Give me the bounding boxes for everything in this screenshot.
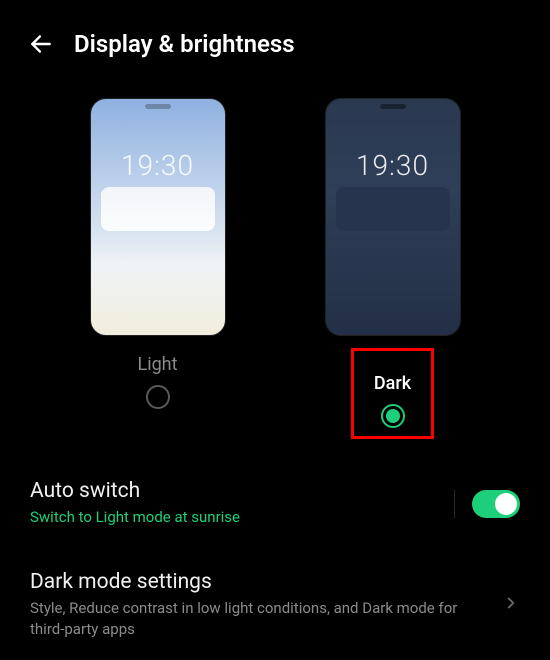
dark-mode-settings-subtitle: Style, Reduce contrast in low light cond… (30, 598, 482, 640)
page-title: Display & brightness (74, 30, 295, 58)
auto-switch-subtitle: Switch to Light mode at sunrise (30, 507, 452, 528)
chevron-right-icon (502, 594, 520, 616)
back-arrow-icon[interactable] (28, 31, 54, 57)
light-label: Light (138, 354, 178, 375)
auto-switch-toggle[interactable] (472, 490, 520, 518)
dark-preview: 19:30 (325, 98, 461, 336)
auto-switch-row[interactable]: Auto switch Switch to Light mode at sunr… (0, 457, 550, 548)
divider (454, 490, 455, 518)
theme-option-dark[interactable]: 19:30 Dark (320, 98, 465, 439)
auto-switch-title: Auto switch (30, 479, 452, 503)
dark-mode-settings-title: Dark mode settings (30, 570, 482, 594)
light-preview: 19:30 (90, 98, 226, 336)
preview-time: 19:30 (91, 149, 225, 182)
dark-radio[interactable] (381, 404, 405, 428)
dark-highlight: Dark (351, 348, 434, 439)
light-radio[interactable] (146, 385, 170, 409)
theme-selector: 19:30 Light 19:30 Dark (0, 98, 550, 439)
theme-option-light[interactable]: 19:30 Light (85, 98, 230, 439)
preview-time: 19:30 (326, 149, 460, 182)
dark-label: Dark (374, 373, 411, 394)
dark-mode-settings-row[interactable]: Dark mode settings Style, Reduce contras… (0, 548, 550, 660)
